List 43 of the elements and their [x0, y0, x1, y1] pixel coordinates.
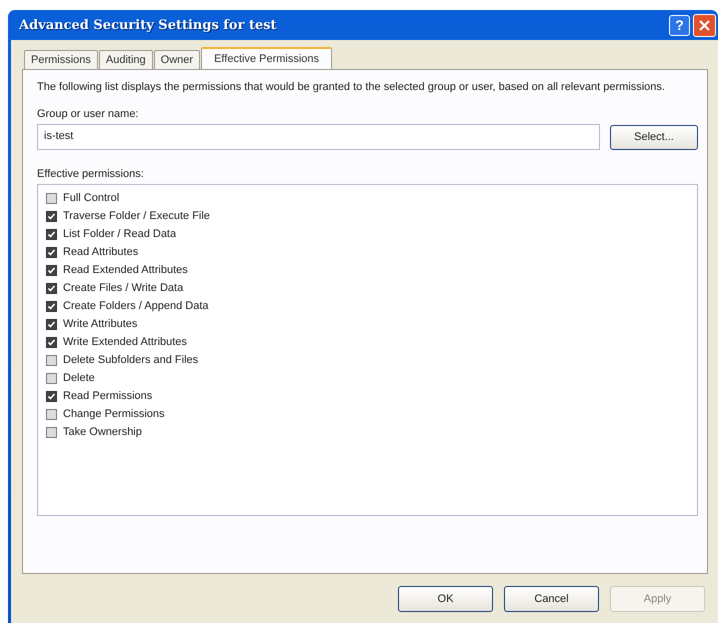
checkbox[interactable] [46, 264, 57, 276]
permission-label: Change Permissions [63, 408, 164, 420]
permission-label: Read Permissions [63, 390, 152, 402]
checkbox[interactable] [46, 426, 57, 438]
close-button[interactable] [693, 14, 716, 36]
dialog-button[interactable]: OK [398, 586, 493, 612]
checkbox[interactable] [46, 228, 57, 240]
checkbox[interactable] [46, 282, 57, 294]
checkbox[interactable] [46, 336, 57, 348]
permission-label: Create Files / Write Data [63, 282, 184, 294]
checkbox[interactable] [46, 390, 57, 402]
permission-label: Delete [63, 372, 95, 384]
window-title: Advanced Security Settings for test [19, 18, 278, 32]
permission-label: Read Attributes [63, 246, 138, 258]
checkbox[interactable] [46, 408, 57, 420]
permission-label: Read Extended Attributes [63, 264, 188, 276]
tab[interactable]: Effective Permissions [201, 47, 332, 69]
checkbox[interactable] [46, 210, 57, 222]
permission-label: Take Ownership [63, 426, 142, 438]
permission-label: Traverse Folder / Execute File [63, 210, 210, 222]
permission-label: Write Extended Attributes [63, 336, 187, 348]
permission-label: Create Folders / Append Data [63, 300, 209, 312]
select-button[interactable]: Select... [610, 124, 698, 150]
permission-label: Write Attributes [63, 318, 138, 330]
tab[interactable]: Auditing [98, 50, 153, 69]
help-button[interactable]: ? [669, 14, 690, 36]
user-name-field[interactable]: is-test [37, 124, 600, 150]
list-label: Effective permissions: [37, 168, 145, 180]
tab[interactable]: Permissions [24, 50, 98, 69]
checkbox[interactable] [46, 372, 57, 384]
close-icon [699, 20, 710, 30]
field-label: Group or user name: [37, 108, 140, 120]
dialog-button[interactable]: Cancel [504, 586, 599, 612]
checkbox[interactable] [46, 246, 57, 258]
checkbox[interactable] [46, 192, 57, 204]
permission-label: Full Control [63, 192, 120, 204]
checkbox[interactable] [46, 300, 57, 312]
permission-label: Delete Subfolders and Files [63, 354, 198, 366]
tab[interactable]: Owner [154, 50, 200, 69]
checkbox[interactable] [46, 318, 57, 330]
description-text: The following list displays the permissions that would be granted to the selected group or user, based on all relevant permissions. [37, 80, 666, 94]
checkbox[interactable] [46, 354, 57, 366]
permission-label: List Folder / Read Data [63, 228, 176, 240]
